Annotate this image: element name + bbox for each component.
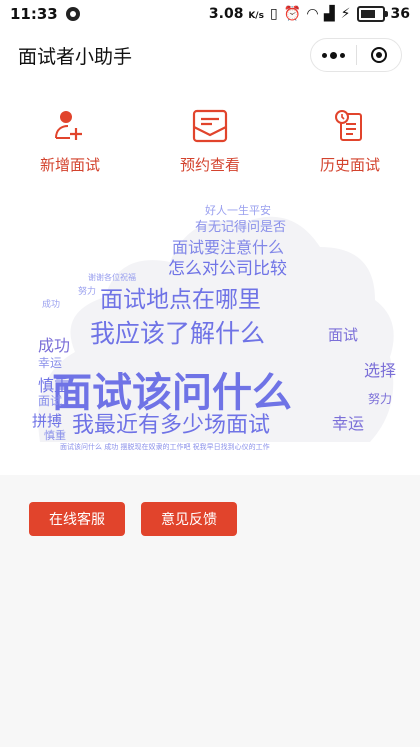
menu-item-new-interview[interactable]: 新增面试 xyxy=(10,106,130,175)
cloud-word: 面试地点在哪里 xyxy=(100,287,261,313)
cloud-word: 选择 xyxy=(364,361,397,380)
cloud-word: 我最近有多少场面试 xyxy=(72,413,271,438)
charging-icon: ⚡ xyxy=(340,6,351,22)
wifi-icon: ◠ xyxy=(307,6,318,22)
cloud-word: 面试 xyxy=(328,326,359,344)
battery-level: 36 xyxy=(390,6,410,22)
battery-icon xyxy=(356,6,388,22)
action-buttons: 在线客服 意见反馈 xyxy=(29,502,237,536)
cloud-word: 面试 xyxy=(38,394,63,408)
alarm-icon: ⏰ xyxy=(283,6,302,22)
function-menu: 新增面试 预约查看 历史面试 xyxy=(0,82,420,175)
mail-icon xyxy=(190,106,230,146)
menu-label-new-interview: 新增面试 xyxy=(39,156,100,174)
cloud-word: 怎么对公司比较 xyxy=(168,259,287,279)
cloud-word: 努力 xyxy=(368,392,393,406)
page-title: 面试者小助手 xyxy=(18,45,133,68)
online-service-button[interactable]: 在线客服 xyxy=(29,502,125,536)
vibrate-icon: ▯ xyxy=(269,6,278,22)
feedback-button[interactable]: 意见反馈 xyxy=(141,502,237,536)
history-doc-icon xyxy=(330,106,370,146)
cloud-word: 幸运 xyxy=(332,414,365,433)
cloud-word: 努力 xyxy=(78,287,97,297)
close-circle-icon xyxy=(370,47,387,63)
more-button[interactable] xyxy=(311,51,356,59)
cloud-word: 成功 xyxy=(42,300,61,310)
cloud-word: 成功 xyxy=(38,336,71,355)
status-bar: 11:33 3.08 K/s ▯ ⏰ ◠ ▟ ⚡ 36 xyxy=(0,0,420,28)
status-time: 11:33 xyxy=(10,5,58,23)
menu-item-appointments[interactable]: 预约查看 xyxy=(150,106,270,175)
main-content: 新增面试 预约查看 历史面试 好人一生平安 有无记得问是否 面试要注意什么 怎么… xyxy=(0,82,420,475)
cloud-word: 我应该了解什么 xyxy=(90,319,266,348)
mini-program-capsule xyxy=(310,38,402,72)
cloud-word: 慎重 xyxy=(44,429,66,442)
cloud-word: 面试该问什么 成功 摆脱现在奴隶的工作吧 祝我早日找到心仪的工作 xyxy=(60,443,270,451)
menu-label-history: 历史面试 xyxy=(319,156,380,174)
menu-label-appointments: 预约查看 xyxy=(179,156,240,174)
more-dot-icon xyxy=(339,52,345,58)
more-dot-icon xyxy=(329,51,337,59)
close-button[interactable] xyxy=(357,47,402,63)
network-speed: 3.08 K/s xyxy=(208,6,264,22)
signal-icon: ▟ xyxy=(323,6,335,22)
menu-item-history[interactable]: 历史面试 xyxy=(290,106,410,175)
more-dot-icon xyxy=(321,52,327,58)
wechat-icon xyxy=(65,7,80,21)
nav-bar: 面试者小助手 xyxy=(0,28,420,82)
cloud-word: 有无记得问是否 xyxy=(195,220,287,235)
add-user-icon xyxy=(50,106,90,146)
word-cloud: 好人一生平安 有无记得问是否 面试要注意什么 怎么对公司比较 谢谢各位祝福 努力… xyxy=(30,192,400,462)
